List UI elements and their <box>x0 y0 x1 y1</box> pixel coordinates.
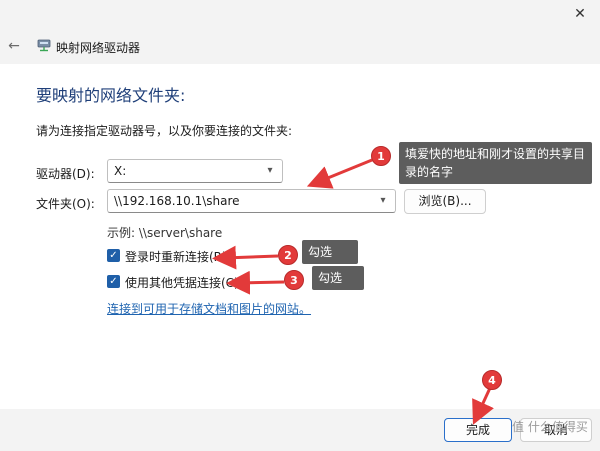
reconnect-label[interactable]: 登录时重新连接(R) <box>125 248 227 265</box>
annotation-badge-2: 2 <box>278 245 298 265</box>
other-credentials-checkbox-row[interactable]: ✓ 使用其他凭据连接(C) <box>107 273 239 291</box>
website-link[interactable]: 连接到可用于存储文档和图片的网站。 <box>107 300 311 317</box>
window-titlebar: ✕ <box>0 0 600 30</box>
page-title: 要映射的网络文件夹: <box>36 86 186 105</box>
watermark: 值 什么值得买 <box>512 420 588 434</box>
chevron-down-icon: ▾ <box>267 165 273 176</box>
dialog-header: ← 映射网络驱动器 <box>0 30 600 64</box>
close-icon[interactable]: ✕ <box>572 6 588 22</box>
drive-label: 驱动器(D): <box>36 167 95 181</box>
reconnect-checkbox-row[interactable]: ✓ 登录时重新连接(R) <box>107 247 227 265</box>
annotation-tooltip-3: 勾选 <box>312 266 364 290</box>
browse-button[interactable]: 浏览(B)... <box>404 189 486 214</box>
annotation-tooltip-2: 勾选 <box>302 240 358 264</box>
example-text: 示例: \\server\share <box>107 226 223 240</box>
annotation-badge-1: 1 <box>371 146 391 166</box>
other-credentials-checkbox[interactable]: ✓ <box>107 275 120 288</box>
annotation-tooltip-1: 填爱快的地址和刚才设置的共享目录的名字 <box>399 142 592 184</box>
other-credentials-label[interactable]: 使用其他凭据连接(C) <box>125 274 239 291</box>
chevron-down-icon: ▾ <box>380 195 386 206</box>
annotation-badge-4: 4 <box>482 370 502 390</box>
instruction-text: 请为连接指定驱动器号，以及你要连接的文件夹: <box>36 124 293 138</box>
folder-combobox[interactable]: \\192.168.10.1\share ▾ <box>107 189 396 213</box>
back-arrow-icon[interactable]: ← <box>6 38 22 54</box>
dialog-content: 要映射的网络文件夹: 请为连接指定驱动器号，以及你要连接的文件夹: 驱动器(D)… <box>0 64 600 409</box>
folder-label: 文件夹(O): <box>36 197 95 211</box>
annotation-badge-3: 3 <box>284 270 304 290</box>
folder-value: \\192.168.10.1\share <box>114 194 240 208</box>
reconnect-checkbox[interactable]: ✓ <box>107 249 120 262</box>
finish-button[interactable]: 完成 <box>444 418 512 442</box>
dialog-title: 映射网络驱动器 <box>56 41 141 55</box>
drive-value: X: <box>114 164 127 178</box>
dialog-footer: 完成 取消 <box>0 409 600 451</box>
drive-select[interactable]: X: ▾ <box>107 159 283 183</box>
network-drive-icon <box>37 39 51 52</box>
